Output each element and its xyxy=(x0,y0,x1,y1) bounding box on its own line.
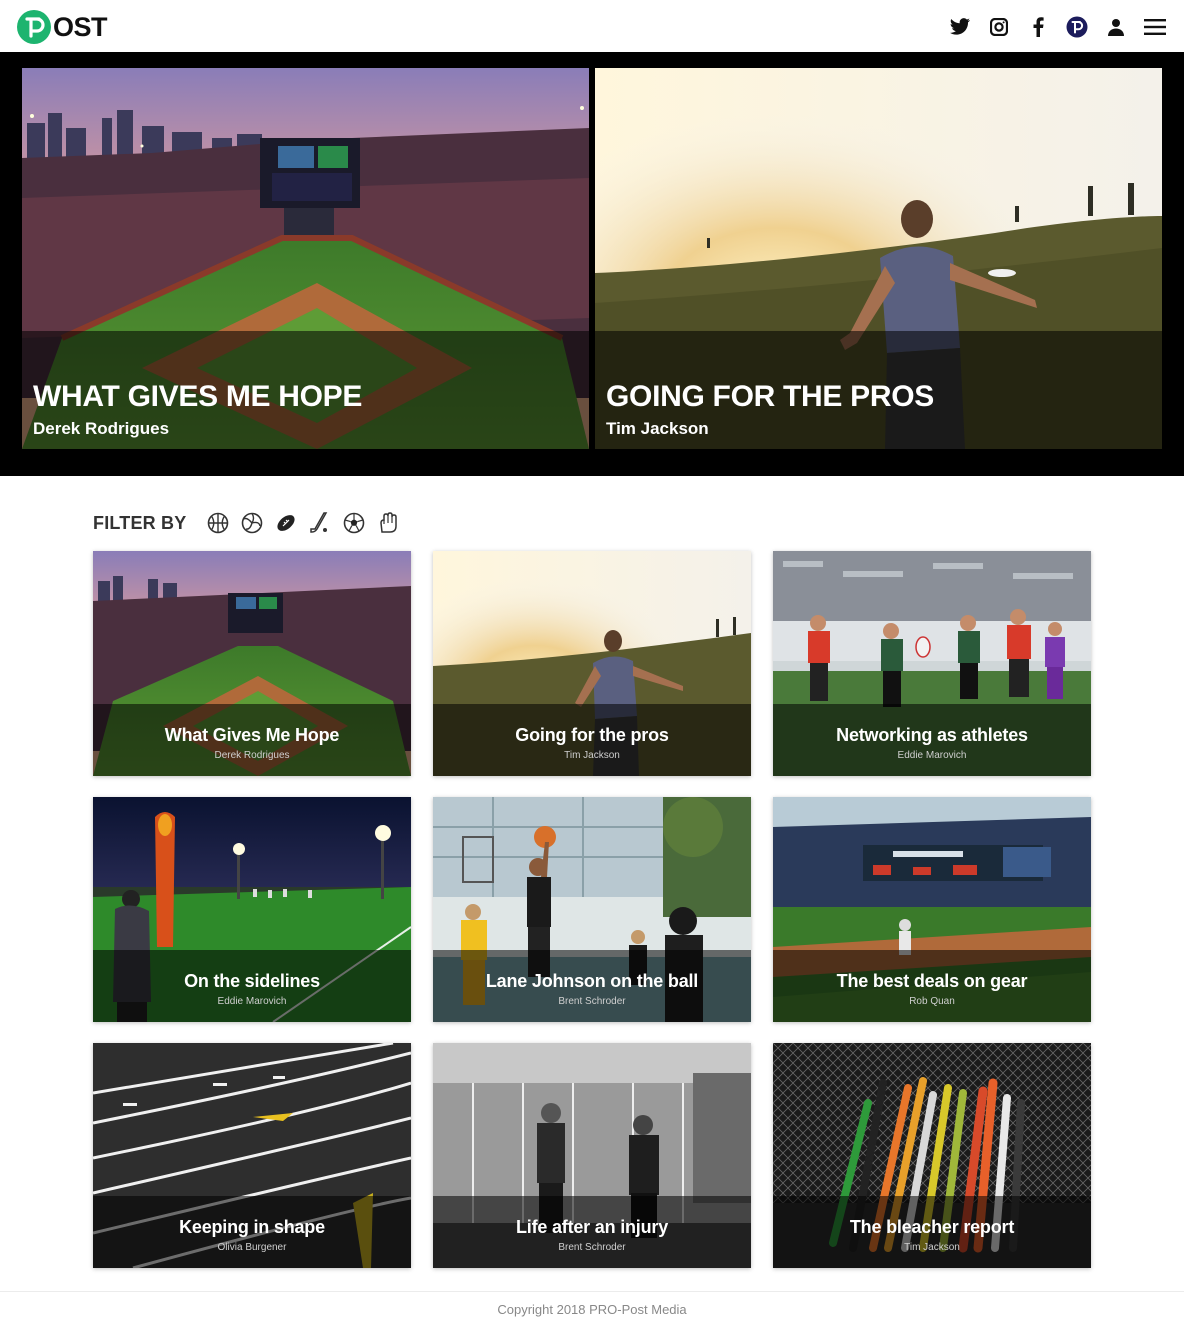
hero-author: Derek Rodrigues xyxy=(33,419,170,438)
football-icon[interactable] xyxy=(274,511,298,535)
header-icons xyxy=(934,14,1168,40)
hero-card-going-for-the-pros[interactable]: GOING FOR THE PROS Tim Jackson xyxy=(595,68,1162,449)
hockey-stick-icon[interactable] xyxy=(308,511,332,535)
logo-text: OST xyxy=(53,11,108,42)
pro-post-icon[interactable] xyxy=(1064,14,1090,40)
card-author: Eddie Marovich xyxy=(897,750,967,761)
card-author: Brent Schroder xyxy=(558,1242,626,1253)
basketball-icon[interactable] xyxy=(206,511,230,535)
filter-bar: FILTER BY xyxy=(93,510,400,536)
filter-label: FILTER BY xyxy=(93,512,187,533)
user-icon[interactable] xyxy=(1103,14,1129,40)
hero-section: WHAT GIVES ME HOPE Derek Rodrigues GOING… xyxy=(0,52,1184,476)
hero-card-what-gives-me-hope[interactable]: WHAT GIVES ME HOPE Derek Rodrigues xyxy=(22,68,589,449)
footer-copyright: Copyright 2018 PRO-Post Media xyxy=(497,1302,687,1317)
card-title: On the sidelines xyxy=(184,971,320,991)
card-title: Networking as athletes xyxy=(836,725,1028,745)
facebook-icon[interactable] xyxy=(1025,14,1051,40)
footer-divider xyxy=(0,1291,1184,1292)
article-card[interactable]: Lane Johnson on the ball Brent Schroder xyxy=(433,797,751,1022)
article-card[interactable]: The best deals on gear Rob Quan xyxy=(773,797,1091,1022)
card-title: The best deals on gear xyxy=(836,971,1028,991)
article-card[interactable]: Life after an injury Brent Schroder xyxy=(433,1043,751,1268)
card-author: Derek Rodrigues xyxy=(214,750,290,761)
card-author: Olivia Burgener xyxy=(217,1242,287,1253)
hero-author: Tim Jackson xyxy=(606,419,709,438)
article-card[interactable]: Going for the pros Tim Jackson xyxy=(433,551,751,776)
card-title: Lane Johnson on the ball xyxy=(485,971,699,991)
card-title: Going for the pros xyxy=(515,725,669,745)
menu-icon[interactable] xyxy=(1142,14,1168,40)
site-header: OST xyxy=(0,0,1184,52)
card-author: Rob Quan xyxy=(909,996,955,1007)
volleyball-icon[interactable] xyxy=(240,511,264,535)
article-card[interactable]: What Gives Me Hope Derek Rodrigues xyxy=(93,551,411,776)
hand-icon[interactable] xyxy=(376,511,400,535)
card-author: Brent Schroder xyxy=(558,996,626,1007)
twitter-icon[interactable] xyxy=(947,14,973,40)
card-author: Tim Jackson xyxy=(564,750,620,761)
soccer-ball-icon[interactable] xyxy=(342,511,366,535)
card-title: What Gives Me Hope xyxy=(164,725,340,745)
card-title: Life after an injury xyxy=(515,1217,669,1237)
card-author: Eddie Marovich xyxy=(217,996,287,1007)
card-author: Tim Jackson xyxy=(904,1242,960,1253)
instagram-icon[interactable] xyxy=(986,14,1012,40)
article-card[interactable]: On the sidelines Eddie Marovich xyxy=(93,797,411,1022)
card-title: Keeping in shape xyxy=(179,1217,325,1237)
hero-title: GOING FOR THE PROS xyxy=(606,380,934,413)
card-title: The bleacher report xyxy=(849,1217,1015,1237)
hero-title: WHAT GIVES ME HOPE xyxy=(33,380,363,413)
article-card[interactable]: Keeping in shape Olivia Burgener xyxy=(93,1043,411,1268)
article-card[interactable]: The bleacher report Tim Jackson xyxy=(773,1043,1091,1268)
logo-badge-icon xyxy=(17,10,51,44)
article-card[interactable]: Networking as athletes Eddie Marovich xyxy=(773,551,1091,776)
logo[interactable]: OST xyxy=(17,10,108,44)
